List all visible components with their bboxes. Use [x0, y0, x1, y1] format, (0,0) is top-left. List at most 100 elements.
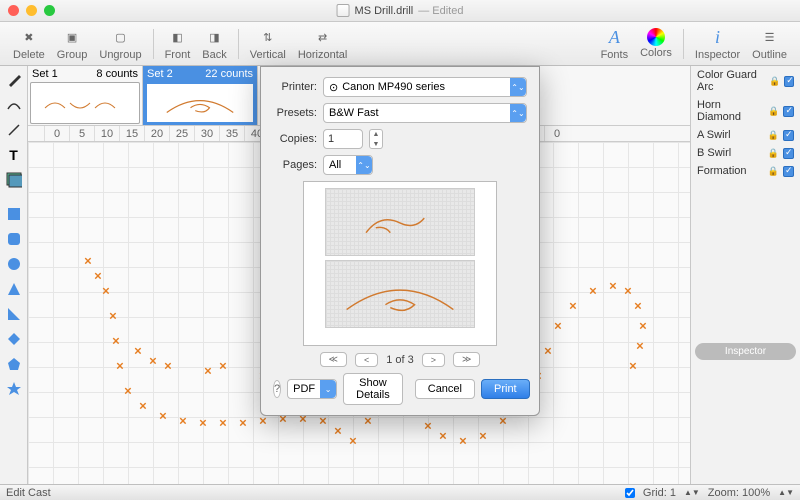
performer-mark[interactable]: ✕ [164, 362, 172, 373]
performer-mark[interactable]: ✕ [159, 412, 167, 423]
text-tool-icon[interactable]: T [3, 144, 25, 166]
pentagon-shape-icon[interactable] [3, 353, 25, 375]
grid-stepper[interactable]: ▲▼ [684, 488, 700, 497]
presets-select[interactable]: B&W Fast⌃⌄ [323, 103, 527, 123]
grid-checkbox[interactable] [625, 488, 635, 498]
inspector-label[interactable]: Inspector [695, 343, 796, 360]
performer-mark[interactable]: ✕ [134, 347, 142, 358]
cancel-button[interactable]: Cancel [415, 379, 475, 399]
performer-mark[interactable]: ✕ [554, 322, 562, 333]
last-page-button[interactable]: ≫ [453, 352, 480, 367]
copies-input[interactable] [323, 129, 363, 149]
print-button[interactable]: Print [481, 379, 530, 399]
performer-mark[interactable]: ✕ [569, 302, 577, 313]
performer-mark[interactable]: ✕ [636, 342, 644, 353]
performer-mark[interactable]: ✕ [589, 287, 597, 298]
close-icon[interactable] [8, 5, 19, 16]
performer-mark[interactable]: ✕ [364, 417, 372, 428]
layer-item[interactable]: B Swirl🔒 [691, 144, 800, 162]
colors-button[interactable]: Colors [635, 26, 677, 61]
visibility-checkbox[interactable] [783, 166, 794, 177]
minimize-icon[interactable] [26, 5, 37, 16]
performer-mark[interactable]: ✕ [239, 419, 247, 430]
performer-mark[interactable]: ✕ [499, 417, 507, 428]
outline-button[interactable]: ☰Outline [747, 24, 792, 63]
layer-item[interactable]: Color Guard Arc🔒 [691, 66, 800, 96]
first-page-button[interactable]: ≪ [320, 352, 347, 367]
triangle-shape-icon[interactable] [3, 278, 25, 300]
performer-mark[interactable]: ✕ [219, 419, 227, 430]
performer-mark[interactable]: ✕ [424, 422, 432, 433]
next-page-button[interactable]: > [422, 353, 445, 367]
set-2[interactable]: Set 222 counts [143, 66, 258, 125]
pen-tool-icon[interactable] [3, 69, 25, 91]
performer-mark[interactable]: ✕ [544, 347, 552, 358]
performer-mark[interactable]: ✕ [204, 367, 212, 378]
performer-mark[interactable]: ✕ [479, 432, 487, 443]
performer-mark[interactable]: ✕ [102, 287, 110, 298]
performer-mark[interactable]: ✕ [639, 322, 647, 333]
performer-mark[interactable]: ✕ [179, 417, 187, 428]
set-1[interactable]: Set 18 counts [28, 66, 143, 125]
copies-stepper[interactable]: ▲▼ [369, 129, 383, 149]
performer-mark[interactable]: ✕ [94, 272, 102, 283]
lock-icon[interactable]: 🔒 [768, 148, 779, 159]
curve-tool-icon[interactable] [3, 94, 25, 116]
group-button[interactable]: ▣Group [52, 24, 93, 63]
performer-mark[interactable]: ✕ [624, 287, 632, 298]
ungroup-button[interactable]: ▢Ungroup [94, 24, 146, 63]
performer-mark[interactable]: ✕ [139, 402, 147, 413]
performer-mark[interactable]: ✕ [84, 257, 92, 268]
back-button[interactable]: ◨Back [197, 24, 231, 63]
visibility-checkbox[interactable] [783, 130, 794, 141]
performer-mark[interactable]: ✕ [259, 417, 267, 428]
line-tool-icon[interactable] [3, 119, 25, 141]
zoom-stepper[interactable]: ▲▼ [778, 488, 794, 497]
inspector-button[interactable]: iInspector [690, 24, 745, 63]
lock-icon[interactable]: 🔒 [768, 130, 779, 141]
horizontal-button[interactable]: ⇄Horizontal [293, 24, 353, 63]
front-button[interactable]: ◧Front [160, 24, 196, 63]
performer-mark[interactable]: ✕ [109, 312, 117, 323]
performer-mark[interactable]: ✕ [459, 437, 467, 448]
performer-mark[interactable]: ✕ [634, 302, 642, 313]
diamond-shape-icon[interactable] [3, 328, 25, 350]
performer-mark[interactable]: ✕ [219, 362, 227, 373]
lock-icon[interactable]: 🔒 [769, 76, 780, 87]
edit-cast-button[interactable]: Edit Cast [6, 487, 51, 499]
performer-mark[interactable]: ✕ [124, 387, 132, 398]
performer-mark[interactable]: ✕ [299, 415, 307, 426]
performer-mark[interactable]: ✕ [439, 432, 447, 443]
right-triangle-icon[interactable] [3, 303, 25, 325]
lock-icon[interactable]: 🔒 [768, 106, 779, 117]
pdf-menu[interactable]: PDF⌄ [287, 379, 337, 399]
prev-page-button[interactable]: < [355, 353, 378, 367]
performer-mark[interactable]: ✕ [609, 282, 617, 293]
performer-mark[interactable]: ✕ [112, 337, 120, 348]
layer-item[interactable]: Horn Diamond🔒 [691, 96, 800, 126]
performer-mark[interactable]: ✕ [279, 415, 287, 426]
zoom-icon[interactable] [44, 5, 55, 16]
performer-mark[interactable]: ✕ [629, 362, 637, 373]
performer-mark[interactable]: ✕ [149, 357, 157, 368]
fonts-button[interactable]: AFonts [596, 24, 634, 63]
visibility-checkbox[interactable] [783, 148, 794, 159]
vertical-button[interactable]: ⇅Vertical [245, 24, 291, 63]
pages-select[interactable]: All⌃⌄ [323, 155, 373, 175]
performer-mark[interactable]: ✕ [199, 419, 207, 430]
square-shape-icon[interactable] [3, 203, 25, 225]
performer-mark[interactable]: ✕ [334, 427, 342, 438]
star-shape-icon[interactable] [3, 378, 25, 400]
visibility-checkbox[interactable] [784, 76, 794, 87]
layer-item[interactable]: A Swirl🔒 [691, 126, 800, 144]
performer-mark[interactable]: ✕ [349, 437, 357, 448]
circle-shape-icon[interactable] [3, 253, 25, 275]
performer-mark[interactable]: ✕ [319, 417, 327, 428]
image-tool-icon[interactable] [3, 169, 25, 191]
layer-item[interactable]: Formation🔒 [691, 162, 800, 180]
show-details-button[interactable]: Show Details [343, 373, 403, 405]
delete-button[interactable]: ✖Delete [8, 24, 50, 63]
help-button[interactable]: ? [273, 380, 281, 398]
rounded-square-icon[interactable] [3, 228, 25, 250]
performer-mark[interactable]: ✕ [116, 362, 124, 373]
